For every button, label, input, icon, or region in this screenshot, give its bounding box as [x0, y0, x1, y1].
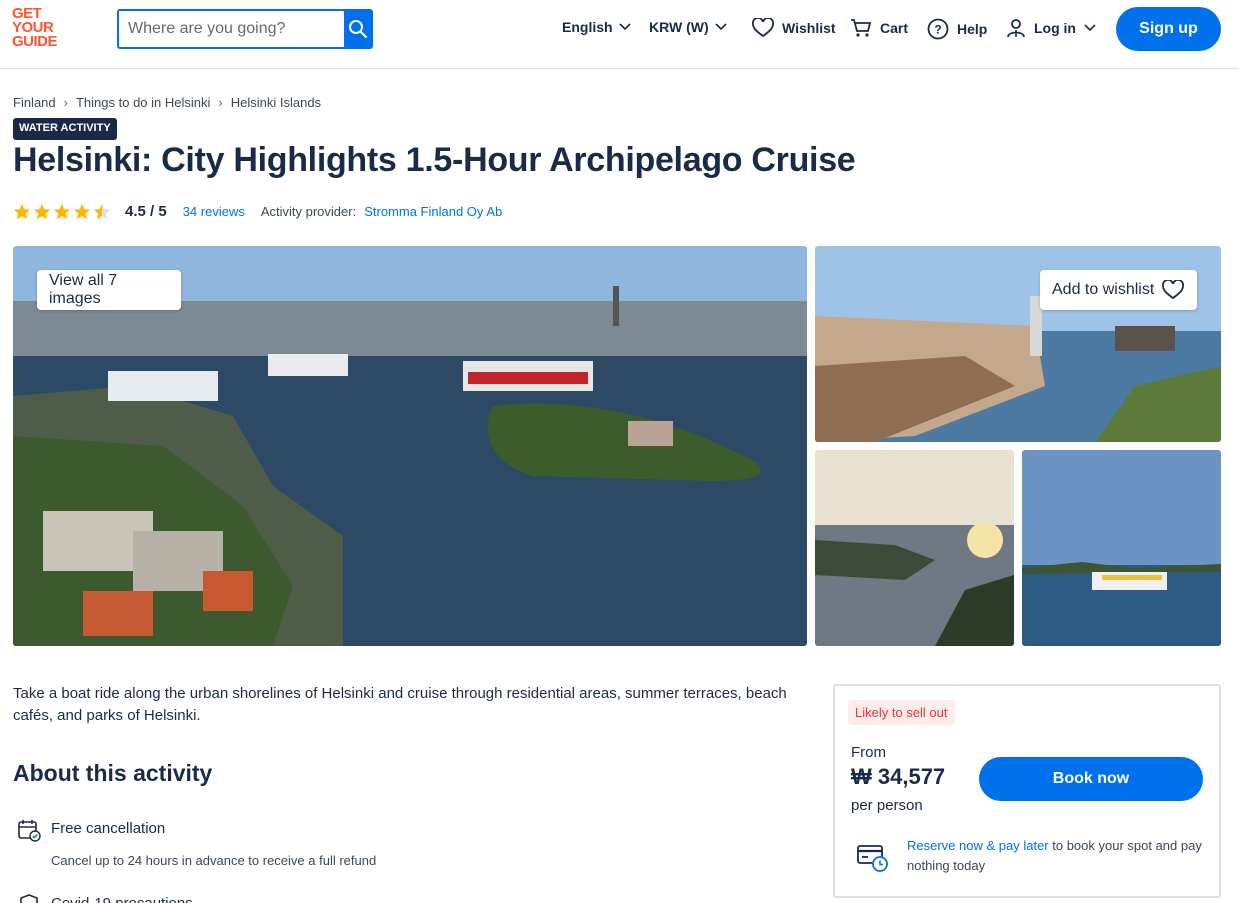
reserve-info: Reserve now & pay later to book your spo…	[907, 836, 1207, 876]
search-bar	[117, 9, 373, 49]
star-icon	[73, 203, 91, 219]
price-from-label: From	[851, 744, 886, 761]
add-to-wishlist-button[interactable]: Add to wishlist	[1040, 270, 1197, 310]
wishlist-label: Wishlist	[782, 20, 836, 36]
user-icon	[1007, 19, 1025, 38]
price-value: ₩ 34,577	[851, 764, 946, 789]
chevron-down-icon	[618, 23, 631, 31]
cruise-boat-image	[1022, 450, 1221, 646]
half-star-icon	[93, 203, 111, 219]
sunset-islands-image	[815, 450, 1014, 646]
book-now-button[interactable]: Book now	[979, 757, 1203, 801]
breadcrumb-item[interactable]: Finland	[13, 95, 56, 110]
calendar-check-icon	[18, 820, 41, 842]
star-rating	[13, 203, 111, 220]
breadcrumb-item[interactable]: Things to do in Helsinki	[76, 95, 210, 110]
heart-icon	[1162, 280, 1185, 300]
star-icon	[33, 203, 51, 219]
language-selector[interactable]: English	[562, 19, 631, 35]
rating-row: 4.5 / 5 34 reviews Activity provider: St…	[13, 201, 502, 221]
search-input[interactable]	[119, 11, 344, 47]
currency-label: KRW (W)	[649, 19, 709, 35]
logo-line-3: GUIDE	[12, 33, 58, 50]
breadcrumb-item[interactable]: Helsinki Islands	[231, 95, 321, 110]
rating-value: 4.5 / 5	[125, 202, 167, 220]
chevron-down-icon	[715, 23, 727, 31]
heart-icon	[752, 18, 774, 38]
card-clock-icon	[857, 845, 888, 872]
login-menu[interactable]: Log in	[1006, 18, 1096, 38]
cruise-boat-photo[interactable]	[1022, 450, 1221, 646]
star-icon	[13, 203, 31, 219]
signup-button[interactable]: Sign up	[1116, 7, 1221, 51]
getyourguide-logo[interactable]: GET YOUR GUIDE	[12, 6, 72, 50]
wishlist-link[interactable]: Wishlist	[752, 18, 836, 38]
language-label: English	[562, 19, 613, 35]
provider-label: Activity provider:	[260, 203, 357, 219]
help-icon: ?	[927, 18, 949, 40]
star-icon	[53, 203, 71, 219]
shield-icon	[20, 894, 38, 903]
help-link[interactable]: ? Help	[927, 18, 987, 40]
free-cancellation-subtitle: Cancel up to 24 hours in advance to rece…	[51, 853, 377, 868]
breadcrumb-separator: ›	[218, 95, 223, 110]
covid-precautions-title: Covid-19 precautions	[51, 895, 193, 903]
breadcrumb-separator: ›	[63, 95, 68, 110]
cart-link[interactable]: Cart	[850, 18, 908, 38]
activity-description: Take a boat ride along the urban shoreli…	[13, 685, 787, 724]
reviews-link[interactable]: 34 reviews	[183, 204, 245, 219]
reserve-now-pay-later-link[interactable]: Reserve now & pay later	[907, 838, 1049, 853]
top-header: GET YOUR GUIDE English KRW (W) Wishlist …	[0, 0, 1239, 69]
free-cancellation-title: Free cancellation	[51, 820, 166, 837]
likely-to-sell-out-badge: Likely to sell out	[848, 700, 955, 725]
cart-icon	[851, 19, 872, 37]
about-heading: About this activity	[13, 760, 213, 786]
help-label: Help	[957, 21, 988, 37]
svg-text:?: ?	[934, 23, 941, 37]
login-label: Log in	[1034, 20, 1076, 36]
add-to-wishlist-label: Add to wishlist	[1052, 281, 1155, 298]
provider-link[interactable]: Stromma Finland Oy Ab	[364, 204, 502, 219]
sunset-islands-photo[interactable]	[815, 450, 1014, 646]
breadcrumb: Finland › Things to do in Helsinki › Hel…	[13, 95, 321, 110]
search-icon	[348, 20, 367, 39]
category-badge: WATER ACTIVITY	[13, 118, 117, 140]
per-person-label: per person	[851, 797, 923, 814]
chevron-down-icon	[1084, 24, 1096, 32]
cart-label: Cart	[880, 20, 909, 36]
search-button[interactable]	[344, 11, 371, 47]
page-title: Helsinki: City Highlights 1.5-Hour Archi…	[13, 141, 856, 179]
currency-selector[interactable]: KRW (W)	[649, 19, 727, 35]
view-all-images-button[interactable]: View all 7 images	[37, 270, 181, 310]
